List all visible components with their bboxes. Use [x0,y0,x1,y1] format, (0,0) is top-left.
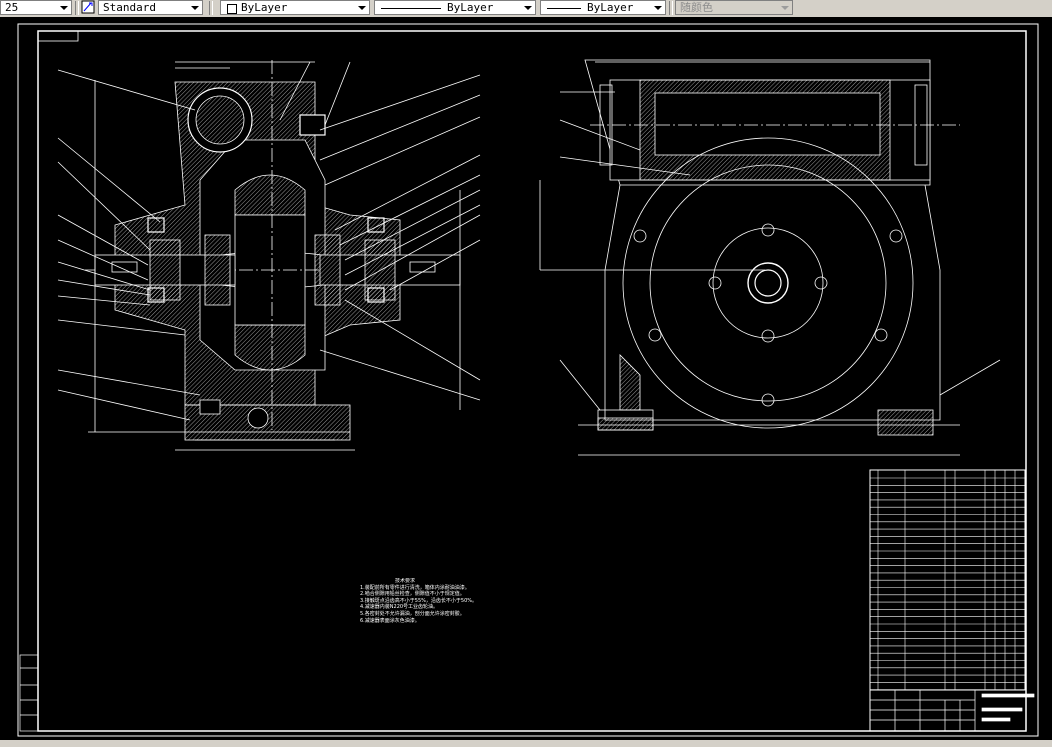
scale-value: 25 [5,1,19,14]
linetype-sample-icon [381,8,441,9]
chevron-down-icon [358,6,366,10]
layer-value: ByLayer [241,1,288,14]
text-style-icon[interactable] [81,0,96,15]
linetype-combo[interactable]: ByLayer [374,0,536,15]
color-swatch-icon [227,4,237,14]
toolbar-separator [75,1,79,15]
properties-toolbar: 25 Standard ByLayer ByLayer ByLayer 随颜色 [0,0,1052,18]
lineweight-sample-icon [547,8,581,9]
plot-style-value: 随颜色 [680,1,713,14]
scale-combo[interactable]: 25 [0,0,72,15]
layer-combo[interactable]: ByLayer [220,0,370,15]
tech-requirements-title: 技术要求 [395,578,416,584]
text-style-value: Standard [103,1,156,14]
tech-requirement-2: 2.啮合侧隙用铅丝检查，侧隙值不小于规定值。 [360,591,465,598]
toolbar-separator [209,1,213,15]
tech-requirement-6: 6.减速器表面涂灰色油漆。 [360,617,420,624]
tech-requirement-5: 5.各密封处不允许漏油，剖分面允许涂密封胶。 [360,610,465,617]
tech-requirement-4: 4.减速器内装N220号工业齿轮油。 [360,604,439,611]
chevron-down-icon [191,6,199,10]
toolbar-separator [669,1,673,15]
lineweight-combo[interactable]: ByLayer [540,0,666,15]
chevron-down-icon [524,6,532,10]
linetype-value: ByLayer [447,1,494,14]
plot-style-combo: 随颜色 [675,0,793,15]
chevron-down-icon [654,6,662,10]
lineweight-value: ByLayer [587,1,634,14]
tech-requirements: 技术要求 1.装配前所有零件进行清洗，箱体内涂耐油油漆。 2.啮合侧隙用铅丝检查… [360,578,477,624]
chevron-down-icon [60,6,68,10]
status-strip [0,740,1052,747]
text-style-combo[interactable]: Standard [98,0,203,15]
chevron-down-icon [781,6,789,10]
drawing-canvas[interactable]: 技术要求 1.装配前所有零件进行清洗，箱体内涂耐油油漆。 2.啮合侧隙用铅丝检查… [0,17,1052,740]
